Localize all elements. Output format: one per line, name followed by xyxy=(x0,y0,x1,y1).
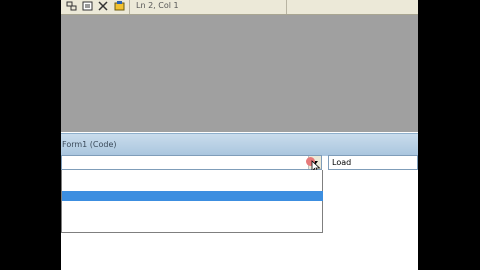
object-combo-box[interactable] xyxy=(61,155,322,170)
screen-viewport: Ln 2, Col 1 Form1 (Code) Load xyxy=(61,0,418,270)
procedure-combo-value: Load xyxy=(332,158,352,167)
code-window-title: Form1 (Code) xyxy=(62,140,117,149)
code-window-title-bar[interactable]: Form1 (Code) xyxy=(61,133,418,156)
toolbox-icon[interactable] xyxy=(98,1,109,11)
cursor-position-label: Ln 2, Col 1 xyxy=(136,1,179,10)
toolbar-separator xyxy=(129,0,130,14)
project-explorer-icon[interactable] xyxy=(66,1,77,11)
toolbar-separator-2 xyxy=(286,0,287,14)
dropdown-list-item[interactable] xyxy=(62,176,323,186)
toolbar: Ln 2, Col 1 xyxy=(61,0,418,15)
properties-window-icon[interactable] xyxy=(82,1,93,11)
procedure-combo-box[interactable]: Load xyxy=(328,155,418,170)
dropdown-list-item-selected[interactable] xyxy=(62,191,323,201)
code-editor-area[interactable] xyxy=(61,233,418,270)
object-dropdown-list[interactable] xyxy=(61,170,323,233)
object-browser-icon[interactable] xyxy=(114,1,125,11)
dropdown-list-item[interactable] xyxy=(62,206,323,216)
mdi-workspace xyxy=(61,15,418,132)
